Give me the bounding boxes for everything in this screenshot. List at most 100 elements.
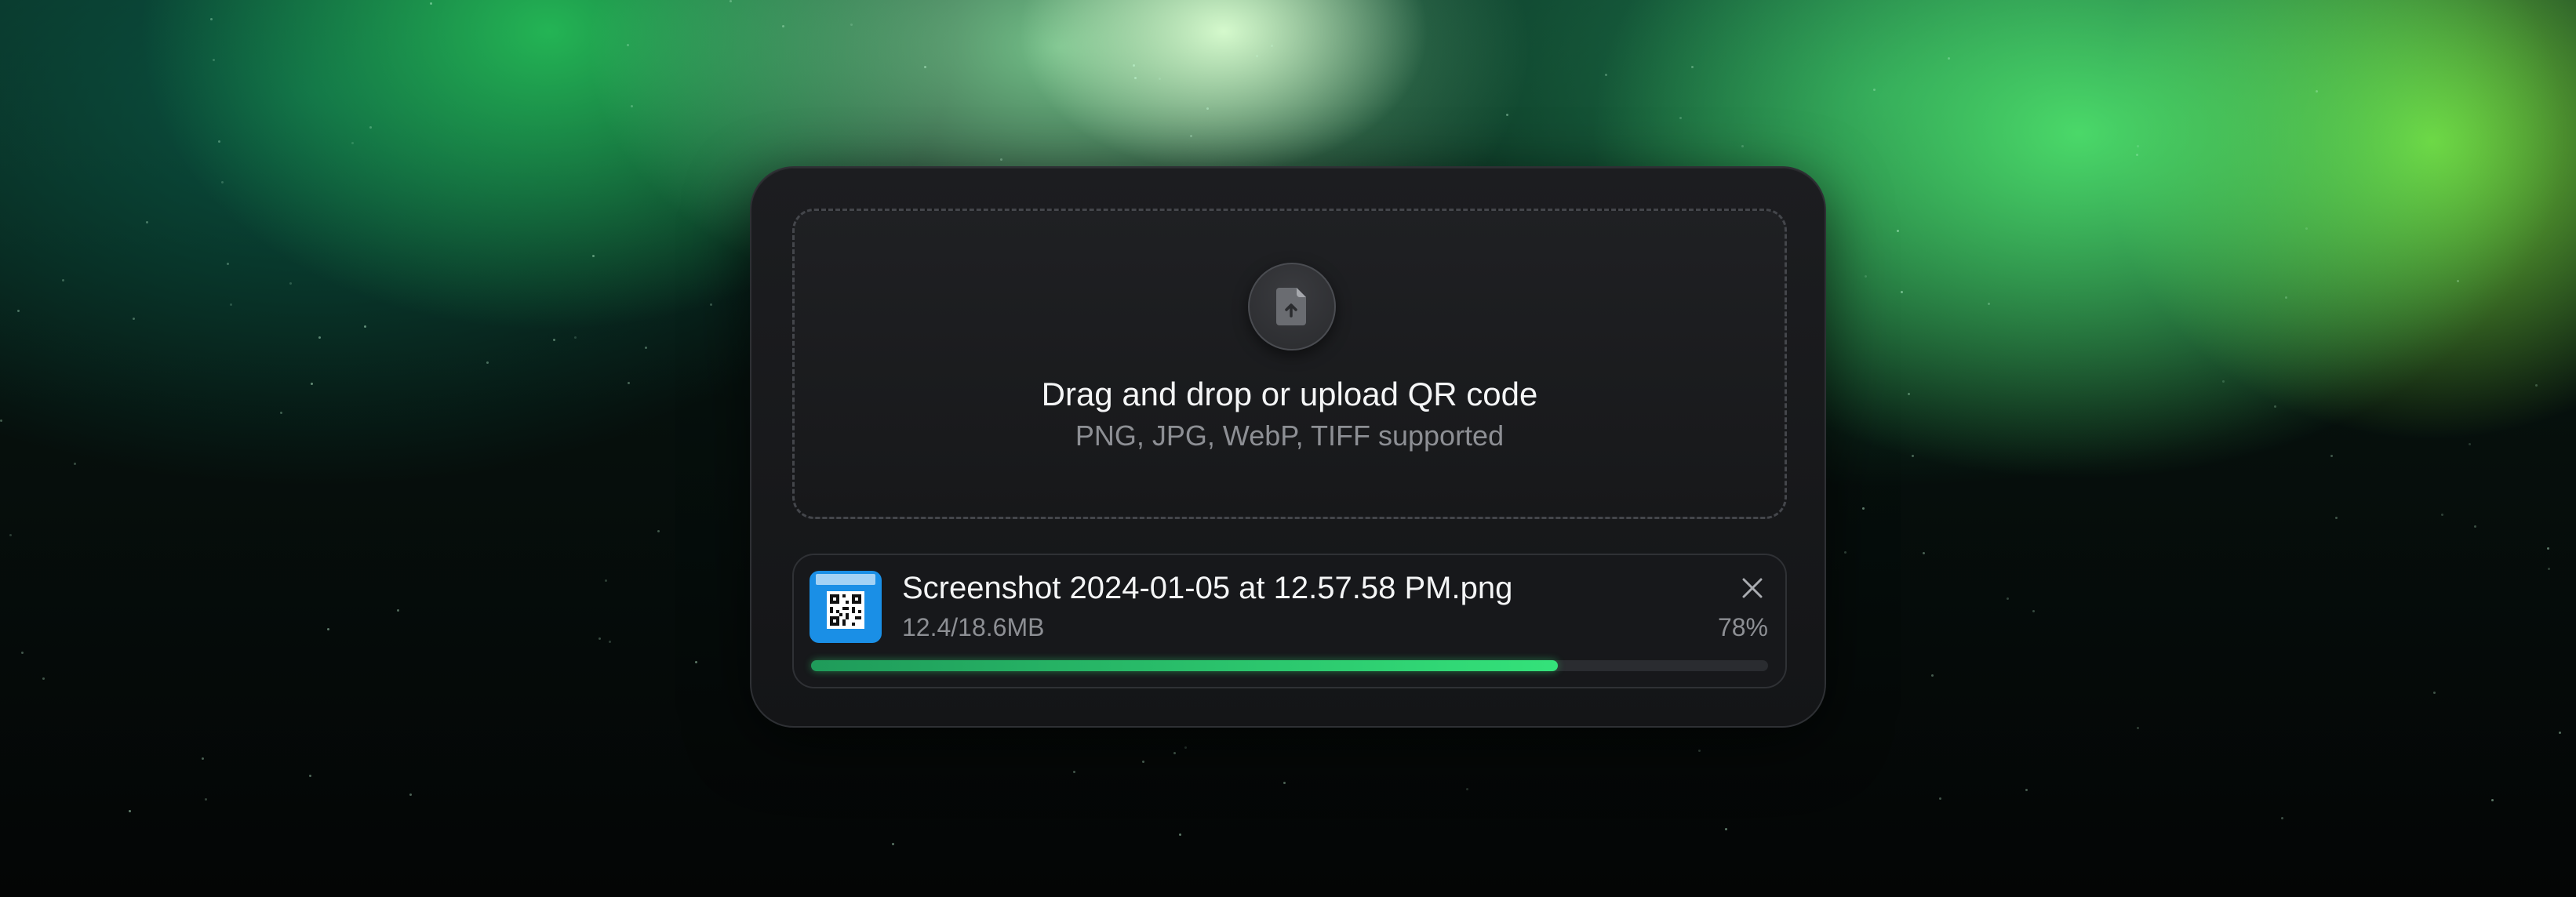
star	[2547, 547, 2549, 550]
star	[1844, 551, 1846, 554]
star	[850, 24, 853, 26]
star	[2285, 296, 2287, 299]
star	[609, 641, 611, 643]
star	[2281, 817, 2283, 819]
dropzone-title: Drag and drop or upload QR code	[1041, 376, 1538, 412]
star	[17, 310, 20, 312]
star	[2491, 799, 2494, 801]
upload-file-item: Screenshot 2024-01-05 at 12.57.58 PM.png…	[792, 554, 1787, 688]
star	[430, 2, 432, 5]
star	[2136, 154, 2138, 156]
star	[146, 221, 148, 223]
star	[1873, 89, 1876, 91]
progress-fill	[811, 660, 1558, 671]
star	[2474, 525, 2476, 528]
dropzone-subtitle: PNG, JPG, WebP, TIFF supported	[1075, 419, 1504, 452]
star	[1000, 158, 1002, 161]
star	[1679, 117, 1682, 119]
star	[1865, 275, 1867, 278]
star	[1142, 761, 1144, 763]
progress-percent: 78%	[1717, 613, 1768, 641]
star	[369, 126, 372, 129]
star	[2025, 789, 2028, 791]
star	[1948, 57, 1950, 60]
star	[74, 463, 76, 465]
star	[1725, 828, 1727, 830]
star	[309, 775, 311, 777]
star	[1939, 797, 1941, 800]
star	[2137, 727, 2139, 729]
star	[892, 843, 894, 845]
star	[2222, 380, 2225, 383]
star	[631, 105, 633, 107]
star	[553, 339, 555, 341]
star	[1134, 77, 1137, 79]
star	[289, 282, 292, 285]
star	[1923, 552, 1925, 554]
star	[1691, 66, 1694, 68]
star	[364, 325, 366, 328]
star	[1173, 752, 1176, 754]
star	[2316, 90, 2318, 93]
star	[599, 637, 601, 640]
star	[486, 361, 489, 364]
upload-card: Drag and drop or upload QR code PNG, JPG…	[750, 166, 1826, 728]
star	[1184, 746, 1187, 749]
star	[1283, 782, 1286, 784]
star	[1741, 145, 1744, 147]
star	[1466, 788, 1468, 790]
star	[1931, 674, 1934, 677]
star	[129, 810, 131, 812]
star	[9, 534, 12, 536]
star	[628, 382, 630, 384]
star	[1159, 78, 1161, 80]
upload-button[interactable]	[1248, 263, 1336, 350]
file-size: 12.4/18.6MB	[902, 613, 1045, 641]
star	[657, 530, 660, 532]
star	[409, 794, 412, 796]
close-icon	[1742, 578, 1763, 598]
star	[2441, 514, 2443, 516]
star	[2535, 384, 2538, 387]
star	[351, 142, 354, 144]
star	[2007, 597, 2009, 600]
star	[42, 677, 45, 680]
star	[1073, 771, 1075, 773]
star	[210, 18, 213, 20]
star	[62, 279, 64, 281]
star	[574, 336, 577, 339]
remove-file-button[interactable]	[1738, 574, 1766, 602]
star	[730, 0, 732, 2]
star	[924, 66, 926, 68]
star	[2330, 455, 2333, 457]
star	[1912, 455, 1914, 457]
star	[2559, 732, 2561, 734]
star	[230, 303, 232, 306]
star	[1190, 135, 1192, 137]
star	[1206, 107, 1209, 110]
star	[1179, 833, 1181, 836]
star	[1897, 230, 1899, 232]
star	[1256, 55, 1258, 57]
star	[1133, 64, 1135, 67]
star	[327, 628, 329, 630]
star	[221, 181, 224, 183]
star	[205, 798, 207, 801]
qr-code-thumbnail	[810, 571, 882, 643]
star	[2137, 145, 2139, 147]
star	[213, 59, 215, 61]
star	[1901, 291, 1903, 293]
star	[1605, 74, 1607, 76]
progress-track	[811, 660, 1768, 671]
star	[695, 661, 697, 663]
star	[710, 303, 712, 306]
dropzone[interactable]: Drag and drop or upload QR code PNG, JPG…	[792, 209, 1787, 519]
star	[1698, 750, 1701, 752]
star	[311, 383, 313, 385]
star	[2548, 568, 2550, 570]
star	[2032, 610, 2035, 612]
star	[782, 25, 784, 27]
star	[2469, 443, 2471, 445]
file-name: Screenshot 2024-01-05 at 12.57.58 PM.png	[902, 571, 1513, 605]
star	[2274, 405, 2276, 408]
